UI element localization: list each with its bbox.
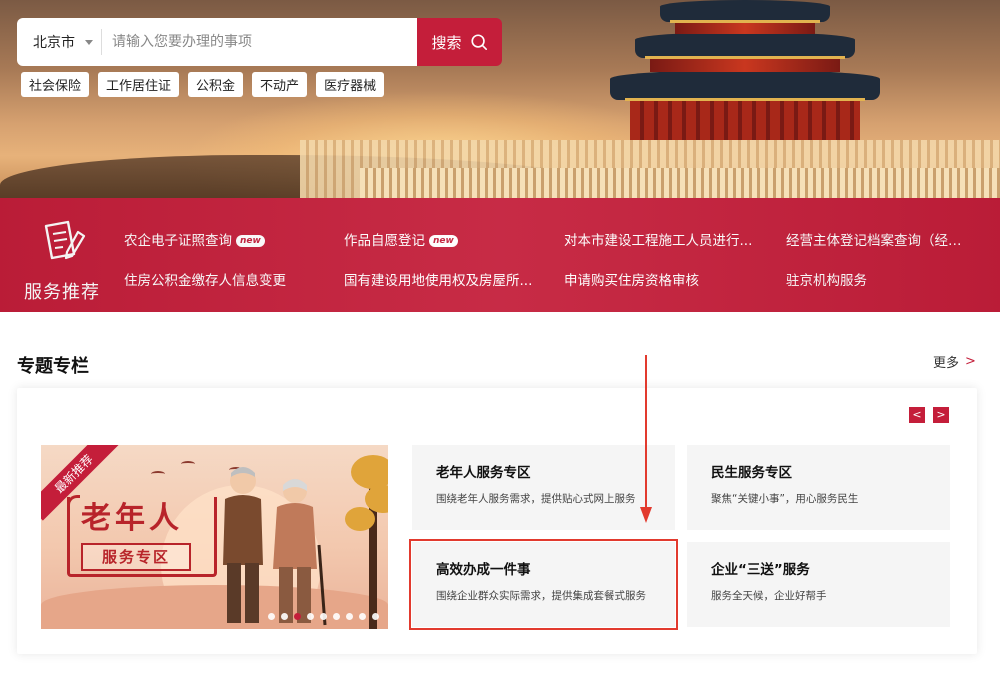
search-button-label: 搜索 (431, 33, 462, 52)
carousel-dot[interactable] (359, 613, 366, 620)
service-recommend-title: 服务推荐 (24, 282, 100, 303)
carousel-dot[interactable] (307, 613, 314, 620)
service-item-label: 作品自愿登记 (344, 233, 425, 249)
banner-title: 老年人 (81, 501, 183, 536)
service-item-label: 申请购买住房资格审核 (564, 273, 699, 289)
quick-tags: 社会保险 工作居住证 公积金 不动产 医疗器械 (21, 72, 385, 97)
service-list: 农企电子证照查询 new 作品自愿登记 new 对本市建设工程施工人员进行...… (124, 228, 984, 294)
bird-icon (151, 471, 165, 477)
carousel-dot[interactable] (281, 613, 288, 620)
service-recommend-band: 服务推荐 农企电子证照查询 new 作品自愿登记 new 对本市建设工程施工人员… (0, 198, 1000, 312)
service-item[interactable]: 经营主体登记档案查询（经营... (786, 228, 984, 254)
search-button[interactable]: 搜索 (417, 18, 502, 66)
service-item-label: 农企电子证照查询 (124, 233, 232, 249)
service-item[interactable]: 驻京机构服务 (786, 268, 984, 294)
more-link[interactable]: 更多 > (933, 352, 976, 371)
chevron-right-icon: > (965, 354, 976, 369)
card-description: 围绕企业群众实际需求，提供集成套餐式服务 (436, 590, 646, 602)
service-item-label: 驻京机构服务 (786, 273, 867, 289)
service-item[interactable]: 作品自愿登记 new (344, 228, 564, 254)
service-item[interactable]: 国有建设用地使用权及房屋所... (344, 268, 564, 294)
card-description: 服务全天候，企业好帮手 (711, 590, 827, 602)
service-item[interactable]: 农企电子证照查询 new (124, 228, 344, 254)
search-input[interactable] (102, 18, 417, 66)
section-title: 专题专栏 (17, 356, 89, 377)
new-badge: new (429, 235, 458, 247)
card-title: 高效办成一件事 (436, 562, 531, 578)
document-edit-icon (44, 220, 86, 260)
banner-subtitle: 服务专区 (81, 543, 191, 571)
card-description: 聚焦“关键小事”，用心服务民生 (711, 493, 859, 505)
topic-card-efficient[interactable]: 高效办成一件事 围绕企业群众实际需求，提供集成套餐式服务 (409, 539, 678, 630)
service-item-label: 对本市建设工程施工人员进行... (564, 233, 753, 249)
card-title: 老年人服务专区 (436, 465, 531, 481)
next-arrow-button[interactable]: > (933, 407, 949, 423)
temple-of-heaven-image (600, 0, 890, 160)
city-label: 北京市 (33, 35, 75, 51)
carousel-dot[interactable] (346, 613, 353, 620)
quick-tag-social-insurance[interactable]: 社会保险 (21, 72, 90, 97)
quick-tag-work-residence[interactable]: 工作居住证 (98, 72, 180, 97)
service-item[interactable]: 住房公积金缴存人信息变更 (124, 268, 344, 294)
quick-tag-medical-devices[interactable]: 医疗器械 (316, 72, 385, 97)
carousel-dot[interactable] (333, 613, 340, 620)
service-item-label: 住房公积金缴存人信息变更 (124, 273, 286, 289)
carousel-dot[interactable] (294, 613, 301, 620)
card-description: 围绕老年人服务需求，提供贴心式网上服务 (436, 493, 636, 505)
search-bar: 北京市 (17, 18, 417, 66)
caret-down-icon (85, 39, 93, 45)
search-icon (470, 34, 487, 51)
topic-card-elderly[interactable]: 老年人服务专区 围绕老年人服务需求，提供贴心式网上服务 (412, 445, 675, 530)
carousel-dot[interactable] (372, 613, 379, 620)
city-selector[interactable]: 北京市 (17, 32, 101, 52)
tree-illustration (341, 445, 388, 629)
service-item-label: 经营主体登记档案查询（经营... (786, 233, 974, 249)
annotation-arrow-icon (640, 355, 652, 523)
service-item[interactable]: 对本市建设工程施工人员进行... (564, 228, 786, 254)
carousel-dots (268, 613, 379, 620)
carousel-dot[interactable] (268, 613, 275, 620)
quick-tag-real-estate[interactable]: 不动产 (252, 72, 308, 97)
carousel-dot[interactable] (320, 613, 327, 620)
carousel-nav: < > (909, 407, 949, 423)
quick-tag-housing-fund[interactable]: 公积金 (188, 72, 244, 97)
card-title: 民生服务专区 (711, 465, 792, 481)
service-recommend-header: 服务推荐 (20, 218, 104, 304)
service-item-label: 国有建设用地使用权及房屋所... (344, 273, 533, 289)
topic-card-livelihood[interactable]: 民生服务专区 聚焦“关键小事”，用心服务民生 (687, 445, 950, 530)
elderly-couple-illustration (223, 467, 327, 626)
service-item[interactable]: 申请购买住房资格审核 (564, 268, 786, 294)
topic-card-enterprise[interactable]: 企业“三送”服务 服务全天候，企业好帮手 (687, 542, 950, 627)
hero-terrace-front (360, 168, 1000, 200)
more-label: 更多 (933, 356, 960, 371)
card-title: 企业“三送”服务 (711, 562, 810, 578)
carousel-banner[interactable]: 最新推荐 老年人 服务专区 (41, 445, 388, 629)
bird-icon (181, 461, 195, 467)
prev-arrow-button[interactable]: < (909, 407, 925, 423)
new-badge: new (236, 235, 265, 247)
